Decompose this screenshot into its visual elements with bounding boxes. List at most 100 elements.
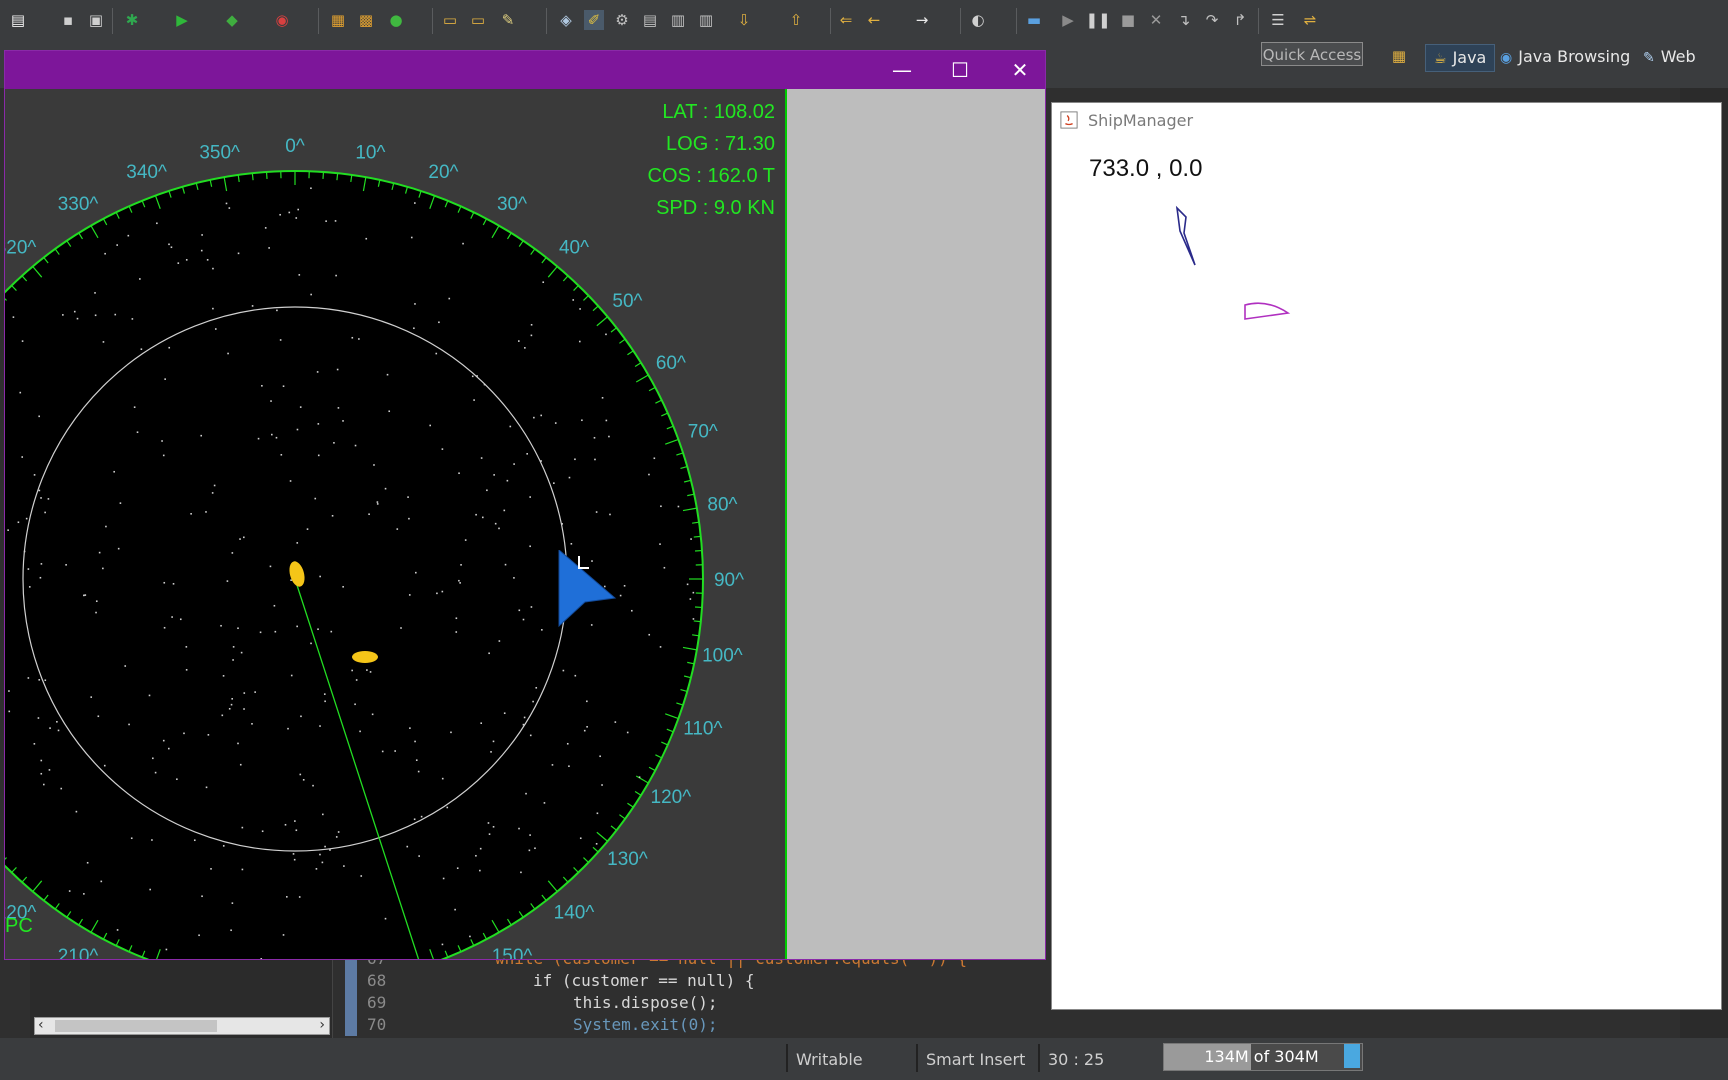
radar-noise-dot: [520, 871, 522, 874]
radar-bearing-label: 110^: [683, 718, 722, 739]
step-over-icon[interactable]: ↷: [1202, 10, 1222, 30]
open-task-icon[interactable]: ▭: [468, 10, 488, 30]
save-all-icon[interactable]: ▣: [86, 10, 106, 30]
scroll-right-icon[interactable]: ›: [319, 1017, 325, 1033]
search-icon[interactable]: ✎: [498, 10, 518, 30]
radar-noise-dot: [228, 207, 231, 209]
radar-display[interactable]: 0^ 10^ 20^ 30^ 40^ 50^ 60^ 70^ 80^ 90^ 100^ 110^ 120…: [5, 89, 785, 959]
radar-window[interactable]: — ☐ ✕ 0^ 10^ 20^ 30^ 40^ 50^ 60^ 70^ 80^ 90^ 100^ 1…: [4, 50, 1046, 960]
use-step-filters-icon[interactable]: ⇌: [1300, 10, 1320, 30]
radar-noise-dot: [462, 242, 464, 245]
step-return-icon[interactable]: ↱: [1230, 10, 1250, 30]
run-icon[interactable]: ▶: [172, 10, 192, 30]
perspective-user-icon[interactable]: ◐: [968, 10, 988, 30]
radar-noise-dot: [479, 847, 482, 850]
radar-noise-dot: [648, 633, 651, 636]
radar-noise-dot: [292, 853, 295, 855]
radar-bearing-label: 210^: [58, 946, 99, 959]
perspective-web[interactable]: ✎ Web: [1643, 44, 1696, 70]
new-icon[interactable]: ▤: [8, 10, 28, 30]
terminate-icon[interactable]: ■: [1118, 10, 1138, 30]
back-icon[interactable]: ←: [864, 10, 884, 30]
radar-noise-dot: [293, 858, 296, 861]
radar-noise-dot: [124, 665, 127, 667]
radar-noise-dot: [586, 726, 588, 728]
external-tools-icon[interactable]: ◉: [272, 10, 292, 30]
open-type-icon[interactable]: ▭: [440, 10, 460, 30]
radar-tick: [251, 173, 254, 181]
open-perspective-icon[interactable]: ▦: [1389, 46, 1409, 66]
radar-noise-dot: [86, 861, 89, 864]
block-selection-icon[interactable]: ▤: [640, 10, 660, 30]
radar-titlebar[interactable]: — ☐ ✕: [5, 51, 1045, 89]
scrollbar-thumb[interactable]: [55, 1020, 217, 1032]
coverage-icon[interactable]: ◆: [222, 10, 242, 30]
radar-noise-dot: [354, 444, 357, 447]
radar-noise-dot: [116, 244, 118, 246]
radar-target-contact: [352, 651, 378, 663]
forward-icon[interactable]: →: [912, 10, 932, 30]
disconnect-icon[interactable]: ✕: [1146, 10, 1166, 30]
save-icon[interactable]: ▪: [58, 10, 78, 30]
radar-noise-dot: [333, 442, 335, 444]
radar-noise-dot: [177, 262, 180, 264]
radar-noise-dot: [185, 259, 188, 261]
horizontal-scrollbar[interactable]: ‹ ›: [34, 1017, 330, 1035]
suspend-icon[interactable]: ❚❚: [1085, 10, 1110, 30]
radar-noise-dot: [469, 935, 471, 938]
radar-noise-dot: [351, 336, 354, 339]
toggle-highlight-icon[interactable]: ✐: [584, 10, 604, 30]
maximize-button[interactable]: ☐: [935, 51, 985, 89]
radar-noise-dot: [200, 249, 203, 252]
close-button[interactable]: ✕: [995, 51, 1045, 89]
radar-noise-dot: [609, 513, 611, 516]
radar-corner-label: PC: [5, 915, 33, 937]
minimize-button[interactable]: —: [877, 51, 927, 89]
radar-noise-dot: [193, 839, 196, 842]
radar-noise-dot: [541, 629, 543, 631]
garbage-collect-icon[interactable]: [1344, 1044, 1360, 1068]
debug-icon[interactable]: ✱: [122, 10, 142, 30]
quick-access-field[interactable]: Quick Access: [1261, 42, 1363, 66]
word-wrap-icon[interactable]: ▥: [668, 10, 688, 30]
new-class-icon[interactable]: ●: [386, 10, 406, 30]
show-all-icon[interactable]: ▥: [696, 10, 716, 30]
radar-noise-dot: [441, 448, 444, 450]
radar-noise-dot: [631, 609, 633, 612]
new-java-project-icon[interactable]: ▦: [328, 10, 348, 30]
heap-status[interactable]: 134M of 304M: [1163, 1043, 1363, 1071]
step-into-icon[interactable]: ↴: [1174, 10, 1194, 30]
radar-noise-dot: [40, 497, 42, 499]
radar-noise-dot: [448, 297, 451, 300]
perspective-java[interactable]: ☕ Java: [1425, 44, 1496, 72]
toggle-mark-icon[interactable]: ◈: [556, 10, 576, 30]
next-annotation-icon[interactable]: ⇩: [734, 10, 754, 30]
radar-noise-dot: [117, 547, 120, 550]
radar-noise-dot: [259, 631, 262, 634]
ship-shape-magenta: [1244, 302, 1291, 320]
radar-noise-dot: [324, 845, 326, 848]
perspective-java-browsing[interactable]: ◉ Java Browsing: [1500, 44, 1630, 70]
radar-noise-dot: [275, 436, 278, 439]
resume-icon[interactable]: ▶: [1058, 10, 1078, 30]
previous-annotation-icon[interactable]: ⇧: [786, 10, 806, 30]
radar-noise-dot: [231, 902, 234, 904]
radar-noise-dot: [574, 674, 577, 677]
scroll-left-icon[interactable]: ‹: [38, 1017, 44, 1033]
radar-noise-dot: [336, 368, 339, 371]
radar-noise-dot: [355, 679, 358, 681]
radar-noise-dot: [513, 463, 515, 465]
radar-noise-dot: [221, 714, 224, 717]
drop-to-frame-icon[interactable]: ☰: [1268, 10, 1288, 30]
new-package-icon[interactable]: ▩: [356, 10, 376, 30]
radar-tick: [693, 620, 701, 623]
last-edit-icon[interactable]: ⇐: [836, 10, 856, 30]
radar-bearing-label: 340^: [126, 162, 167, 183]
radar-noise-dot: [264, 227, 267, 229]
code-line: 68 if (customer == null) {: [367, 971, 755, 990]
radar-bearing-label: 30^: [497, 194, 527, 215]
console-icon[interactable]: ▬: [1024, 10, 1044, 30]
radar-noise-dot: [325, 220, 327, 222]
show-whitespace-icon[interactable]: ⚙: [612, 10, 632, 30]
radar-noise-dot: [523, 716, 526, 719]
